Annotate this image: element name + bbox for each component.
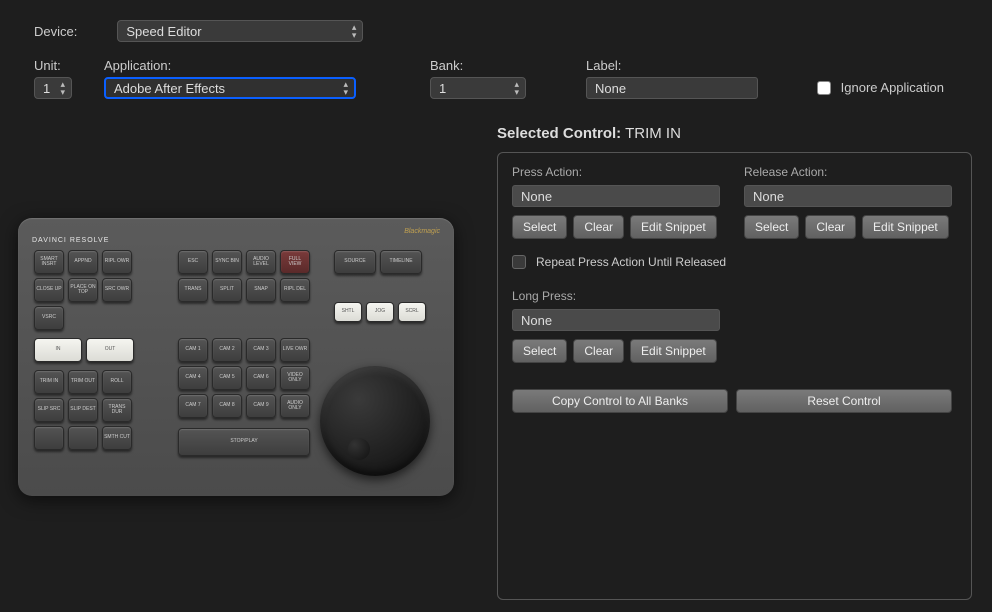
key-cam-3[interactable]: CAM 3 bbox=[246, 338, 276, 362]
key-jog[interactable]: JOG bbox=[366, 302, 394, 322]
key-place-on-top[interactable]: PLACE ON TOP bbox=[68, 278, 98, 302]
key-trans[interactable]: TRANS bbox=[178, 278, 208, 302]
key-timeline[interactable]: TIMELINE bbox=[380, 250, 422, 274]
key-cam-6[interactable]: CAM 6 bbox=[246, 366, 276, 390]
key-cam-8[interactable]: CAM 8 bbox=[212, 394, 242, 418]
press-action-value: None bbox=[521, 189, 552, 204]
key-trim-in[interactable]: TRIM IN bbox=[34, 370, 64, 394]
longpress-clear-button[interactable]: Clear bbox=[573, 339, 624, 363]
long-press-label: Long Press: bbox=[512, 289, 957, 303]
label-field-value: None bbox=[595, 81, 626, 96]
long-press-field[interactable]: None bbox=[512, 309, 720, 331]
bank-label: Bank: bbox=[430, 58, 586, 73]
key-slip-dest[interactable]: SLIP DEST bbox=[68, 398, 98, 422]
release-action-label: Release Action: bbox=[744, 165, 952, 179]
key-smart-insert[interactable]: SMART INSRT bbox=[34, 250, 64, 274]
key-full-view[interactable]: FULL VIEW bbox=[280, 250, 310, 274]
key-snap[interactable]: SNAP bbox=[246, 278, 276, 302]
key-source[interactable]: SOURCE bbox=[334, 250, 376, 274]
key-live-overwrite[interactable]: LIVE OWR bbox=[280, 338, 310, 362]
selected-control-prefix: Selected Control: bbox=[497, 125, 621, 142]
key-close-up[interactable]: CLOSE UP bbox=[34, 278, 64, 302]
repeat-press-checkbox[interactable] bbox=[512, 255, 526, 269]
key-cam-5[interactable]: CAM 5 bbox=[212, 366, 242, 390]
key-out[interactable]: OUT bbox=[86, 338, 134, 362]
chevron-updown-icon bbox=[352, 23, 357, 39]
device-label: Device: bbox=[34, 24, 77, 39]
key-scroll[interactable]: SCRL bbox=[398, 302, 426, 322]
key-split[interactable]: SPLIT bbox=[212, 278, 242, 302]
key-trans-dur[interactable]: TRANS DUR bbox=[102, 398, 132, 422]
key-cam-7[interactable]: CAM 7 bbox=[178, 394, 208, 418]
application-select[interactable]: Adobe After Effects bbox=[104, 77, 356, 99]
key-cam-1[interactable]: CAM 1 bbox=[178, 338, 208, 362]
release-edit-snippet-button[interactable]: Edit Snippet bbox=[862, 215, 949, 239]
hardware-panel: DAVINCI RESOLVE Blackmagic SMART INSRT A… bbox=[18, 218, 454, 496]
key-ripple-delete[interactable]: RIPL DEL bbox=[280, 278, 310, 302]
release-select-button[interactable]: Select bbox=[744, 215, 799, 239]
label-label: Label: bbox=[586, 58, 621, 73]
key-vsrc[interactable]: VSRC bbox=[34, 306, 64, 330]
key-esc[interactable]: ESC bbox=[178, 250, 208, 274]
repeat-press-label: Repeat Press Action Until Released bbox=[536, 255, 726, 269]
ignore-application-label: Ignore Application bbox=[841, 80, 944, 95]
press-action-label: Press Action: bbox=[512, 165, 720, 179]
longpress-edit-snippet-button[interactable]: Edit Snippet bbox=[630, 339, 717, 363]
release-action-field[interactable]: None bbox=[744, 185, 952, 207]
reset-control-button[interactable]: Reset Control bbox=[736, 389, 952, 413]
key-shuttle[interactable]: SHTL bbox=[334, 302, 362, 322]
press-edit-snippet-button[interactable]: Edit Snippet bbox=[630, 215, 717, 239]
press-clear-button[interactable]: Clear bbox=[573, 215, 624, 239]
key-audio-level[interactable]: AUDIO LEVEL bbox=[246, 250, 276, 274]
key-trim-out[interactable]: TRIM OUT bbox=[68, 370, 98, 394]
selected-control-title: Selected Control: TRIM IN bbox=[497, 125, 681, 142]
release-action-value: None bbox=[753, 189, 784, 204]
key-blank-1[interactable] bbox=[34, 426, 64, 450]
application-label: Application: bbox=[104, 58, 430, 73]
control-config-panel: Press Action: None Select Clear Edit Sni… bbox=[497, 152, 972, 600]
key-slip-src[interactable]: SLIP SRC bbox=[34, 398, 64, 422]
key-cam-9[interactable]: CAM 9 bbox=[246, 394, 276, 418]
long-press-value: None bbox=[521, 313, 552, 328]
longpress-select-button[interactable]: Select bbox=[512, 339, 567, 363]
unit-select[interactable]: 1 bbox=[34, 77, 72, 99]
chevron-updown-icon bbox=[60, 80, 65, 96]
copy-to-all-banks-button[interactable]: Copy Control to All Banks bbox=[512, 389, 728, 413]
press-action-field[interactable]: None bbox=[512, 185, 720, 207]
brand-text: DAVINCI RESOLVE bbox=[32, 237, 109, 244]
jog-wheel[interactable] bbox=[320, 366, 430, 476]
blackmagic-logo: Blackmagic bbox=[404, 228, 440, 235]
bank-select[interactable]: 1 bbox=[430, 77, 526, 99]
bank-select-value: 1 bbox=[439, 81, 446, 96]
key-video-only[interactable]: VIDEO ONLY bbox=[280, 366, 310, 390]
unit-label: Unit: bbox=[34, 58, 104, 73]
key-blank-2[interactable] bbox=[68, 426, 98, 450]
key-stop-play[interactable]: STOP/PLAY bbox=[178, 428, 310, 456]
application-select-value: Adobe After Effects bbox=[114, 81, 225, 96]
chevron-updown-icon bbox=[514, 80, 519, 96]
chevron-updown-icon bbox=[343, 80, 348, 96]
key-audio-only[interactable]: AUDIO ONLY bbox=[280, 394, 310, 418]
key-cam-2[interactable]: CAM 2 bbox=[212, 338, 242, 362]
key-sync-bin[interactable]: SYNC BIN bbox=[212, 250, 242, 274]
key-in[interactable]: IN bbox=[34, 338, 82, 362]
key-roll[interactable]: ROLL bbox=[102, 370, 132, 394]
key-cam-4[interactable]: CAM 4 bbox=[178, 366, 208, 390]
device-select[interactable]: Speed Editor bbox=[117, 20, 363, 42]
selected-control-value: TRIM IN bbox=[625, 125, 681, 142]
unit-select-value: 1 bbox=[43, 81, 50, 96]
release-clear-button[interactable]: Clear bbox=[805, 215, 856, 239]
key-smooth-cut[interactable]: SMTH CUT bbox=[102, 426, 132, 450]
key-append[interactable]: APPND bbox=[68, 250, 98, 274]
ignore-application-checkbox[interactable] bbox=[817, 81, 831, 95]
device-select-value: Speed Editor bbox=[126, 24, 201, 39]
press-select-button[interactable]: Select bbox=[512, 215, 567, 239]
key-src-overwrite[interactable]: SRC OWR bbox=[102, 278, 132, 302]
label-field[interactable]: None bbox=[586, 77, 758, 99]
key-ripple-overwrite[interactable]: RIPL OWR bbox=[102, 250, 132, 274]
